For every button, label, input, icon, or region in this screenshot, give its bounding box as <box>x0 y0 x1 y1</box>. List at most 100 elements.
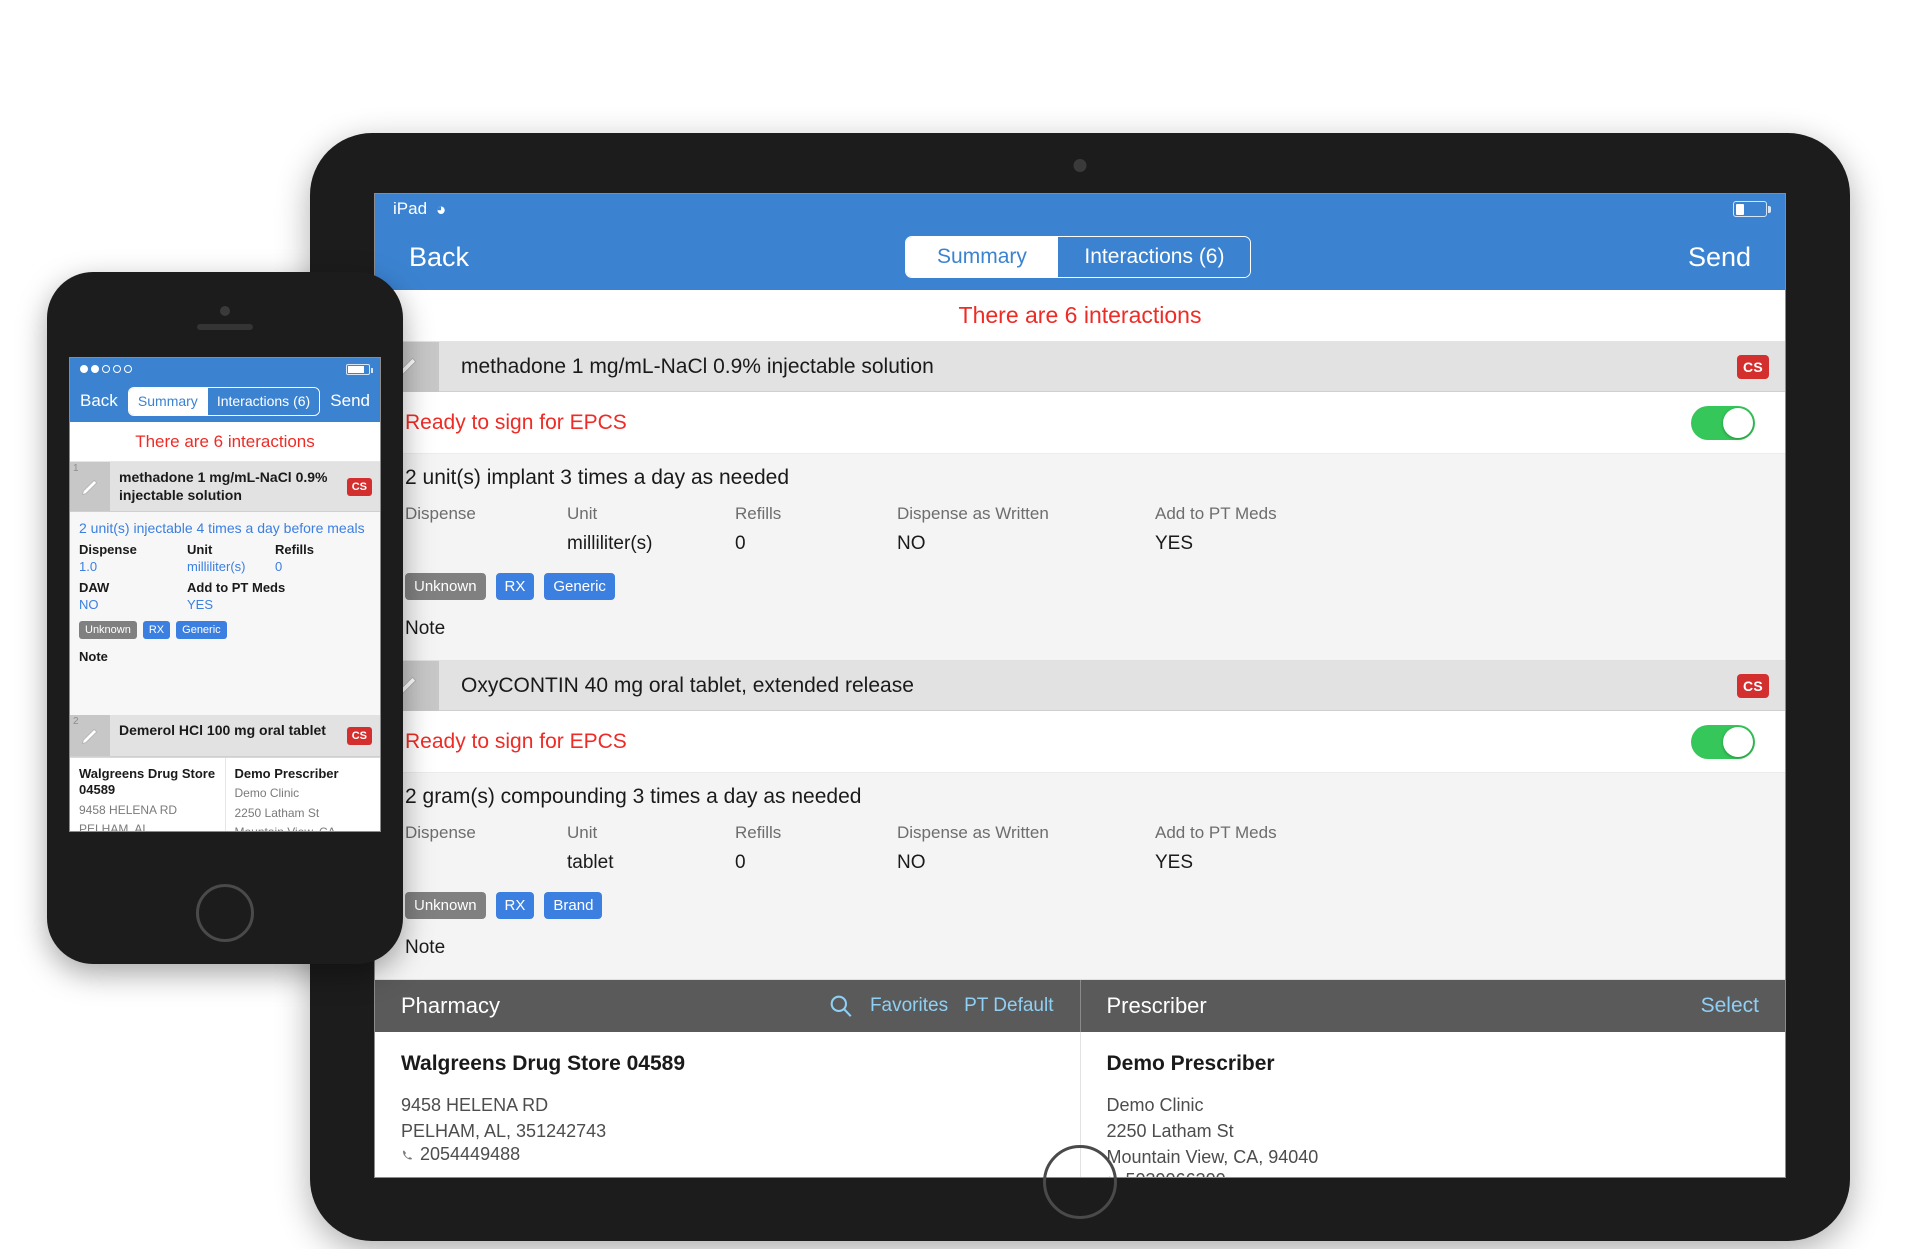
column-header-unit: Unit <box>187 542 213 558</box>
medication-sig: 2 unit(s) implant 3 times a day as neede… <box>405 466 790 489</box>
medication-details: 2 gram(s) compounding 3 times a day as n… <box>375 773 1785 980</box>
pharmacy-name: Walgreens Drug Store 04589 <box>79 766 216 798</box>
screenshot-stage: iPad ◕ Back Summary Interactions (6) Sen… <box>0 0 1925 1249</box>
note-label: Note <box>79 649 108 665</box>
select-prescriber-link[interactable]: Select <box>1701 994 1759 1018</box>
tab-interactions[interactable]: Interactions (6) <box>206 387 320 415</box>
medication-edit-button[interactable]: 1 <box>70 462 110 511</box>
note-label: Note <box>405 618 446 639</box>
ipad-home-button[interactable] <box>1043 1145 1117 1219</box>
ipad-screen: iPad ◕ Back Summary Interactions (6) Sen… <box>374 193 1786 1178</box>
column-header-pt-meds: Add to PT Meds <box>187 580 286 596</box>
send-button[interactable]: Send <box>1688 242 1751 273</box>
pharmacy-address-line1: 9458 HELENA RD <box>401 1095 549 1115</box>
tab-summary[interactable]: Summary <box>906 237 1058 277</box>
search-icon[interactable] <box>828 993 854 1019</box>
medication-name: OxyCONTIN 40 mg oral tablet, extended re… <box>461 673 914 697</box>
controlled-substance-badge: CS <box>346 726 372 745</box>
column-header-pt-meds: Add to PT Meds <box>1155 504 1277 523</box>
epcs-sign-row: Ready to sign for EPCS <box>375 711 1785 773</box>
epcs-toggle[interactable] <box>1691 405 1755 440</box>
phone-icon <box>403 1150 412 1160</box>
iphone-device: Back Summary Interactions (6) Send There… <box>47 272 403 964</box>
pharmacy-name: Walgreens Drug Store 04589 <box>401 1052 685 1075</box>
iphone-speaker-grill <box>197 324 253 330</box>
column-value-dispense: 1.0 <box>79 559 98 575</box>
ipad-status-bar: iPad ◕ <box>375 194 1785 224</box>
medication-header-row[interactable]: 2 OxyCONTIN 40 mg oral tablet, extended … <box>375 660 1785 711</box>
epcs-status-text: Ready to sign for EPCS <box>405 729 627 753</box>
column-header-daw: Dispense as Written <box>897 504 1049 523</box>
epcs-status-text: Ready to sign for EPCS <box>405 410 627 434</box>
prescriber-address-line2: Mountain View, CA, 94040 <box>1106 1147 1319 1168</box>
prescriber-phone: 5039066300 <box>1107 1170 1760 1177</box>
column-header-dispense: Dispense <box>405 504 476 523</box>
medication-header-row[interactable]: 1 methadone 1 mg/mL-NaCl 0.9% injectable… <box>375 341 1785 392</box>
column-header-refills: Refills <box>735 504 782 523</box>
controlled-substance-badge: CS <box>1736 673 1769 698</box>
pt-default-link[interactable]: PT Default <box>964 995 1053 1017</box>
tag-unknown: Unknown <box>79 621 137 640</box>
favorites-link[interactable]: Favorites <box>870 995 948 1017</box>
medication-name: methadone 1 mg/mL-NaCl 0.9% injectable s… <box>461 354 934 378</box>
medication-sig: 2 unit(s) injectable 4 times a day befor… <box>79 520 365 536</box>
pencil-icon <box>81 479 98 495</box>
pharmacy-card[interactable]: Walgreens Drug Store 04589 9458 HELENA R… <box>70 758 226 831</box>
iphone-camera-icon <box>220 306 230 316</box>
iphone-screen: Back Summary Interactions (6) Send There… <box>69 357 381 832</box>
medication-edit-button[interactable]: 2 <box>70 715 110 757</box>
note-input[interactable] <box>79 664 371 707</box>
prescriber-name: Demo Prescriber <box>1106 1052 1275 1075</box>
column-value-refills: 0 <box>275 559 283 575</box>
iphone-nav-bar: Back Summary Interactions (6) Send <box>70 380 380 422</box>
tag-rx: RX <box>495 892 535 919</box>
prescriber-card[interactable]: Demo Prescriber Demo Clinic 2250 Latham … <box>226 758 381 831</box>
send-button[interactable]: Send <box>330 391 370 411</box>
prescriber-name: Demo Prescriber <box>234 766 339 782</box>
medication-block: 2 OxyCONTIN 40 mg oral tablet, extended … <box>375 660 1785 980</box>
column-header-dispense: Dispense <box>79 542 137 558</box>
prescriber-address-line1: 2250 Latham St <box>1106 1121 1234 1142</box>
interactions-banner: There are 6 interactions <box>375 290 1785 342</box>
pharmacy-phone: 2054449488 <box>401 1144 1054 1165</box>
pharmacy-prescriber-bar: Pharmacy Favorites PT Default Prescriber… <box>375 980 1785 1032</box>
column-value-daw: NO <box>897 533 926 554</box>
pharmacy-address-line2: PELHAM, AL, 351242743 <box>401 1121 607 1142</box>
column-value-daw: NO <box>897 852 926 873</box>
pharmacy-address-line1: 9458 HELENA RD <box>79 802 178 817</box>
pharmacy-section-title: Pharmacy <box>401 993 501 1018</box>
tab-interactions[interactable]: Interactions (6) <box>1057 237 1251 277</box>
prescriber-card[interactable]: Demo Prescriber Demo Clinic 2250 Latham … <box>1081 1032 1786 1177</box>
medication-details: 2 unit(s) implant 3 times a day as neede… <box>375 454 1785 661</box>
tab-summary[interactable]: Summary <box>128 387 207 415</box>
medication-header-row[interactable]: 2 Demerol HCl 100 mg oral tablet CS <box>70 715 380 758</box>
tag-generic: Generic <box>176 621 227 640</box>
column-value-refills: 0 <box>735 533 746 554</box>
note-label: Note <box>405 937 446 958</box>
medication-sig: 2 gram(s) compounding 3 times a day as n… <box>405 785 862 808</box>
ipad-tab-segmented-control[interactable]: Summary Interactions (6) <box>905 236 1252 278</box>
battery-icon <box>346 363 373 375</box>
controlled-substance-badge: CS <box>1736 354 1769 379</box>
back-button[interactable]: Back <box>409 242 469 273</box>
iphone-tab-segmented-control[interactable]: Summary Interactions (6) <box>127 386 321 416</box>
column-value-refills: 0 <box>735 852 746 873</box>
column-value-unit: tablet <box>567 852 614 873</box>
pharmacy-prescriber-details: Walgreens Drug Store 04589 9458 HELENA R… <box>70 757 381 831</box>
toggle-knob <box>1723 407 1753 438</box>
column-header-refills: Refills <box>275 542 315 558</box>
prescriber-section-title: Prescriber <box>1106 993 1207 1018</box>
medication-tags: Unknown RX Brand <box>405 892 1755 919</box>
pharmacy-card[interactable]: Walgreens Drug Store 04589 9458 HELENA R… <box>375 1032 1081 1177</box>
medication-header-row[interactable]: 1 methadone 1 mg/mL-NaCl 0.9% injectable… <box>70 462 380 512</box>
epcs-toggle[interactable] <box>1691 724 1755 759</box>
back-button[interactable]: Back <box>80 391 118 411</box>
epcs-sign-row: Ready to sign for EPCS <box>375 392 1785 454</box>
column-header-refills: Refills <box>735 823 782 842</box>
tag-unknown: Unknown <box>405 892 486 919</box>
column-value-pt-meds: YES <box>1155 533 1194 554</box>
medication-name: methadone 1 mg/mL-NaCl 0.9% injectable s… <box>119 469 328 503</box>
prescriber-clinic: Demo Clinic <box>1106 1095 1204 1115</box>
medication-tags: Unknown RX Generic <box>405 573 1755 600</box>
iphone-home-button[interactable] <box>196 884 254 942</box>
